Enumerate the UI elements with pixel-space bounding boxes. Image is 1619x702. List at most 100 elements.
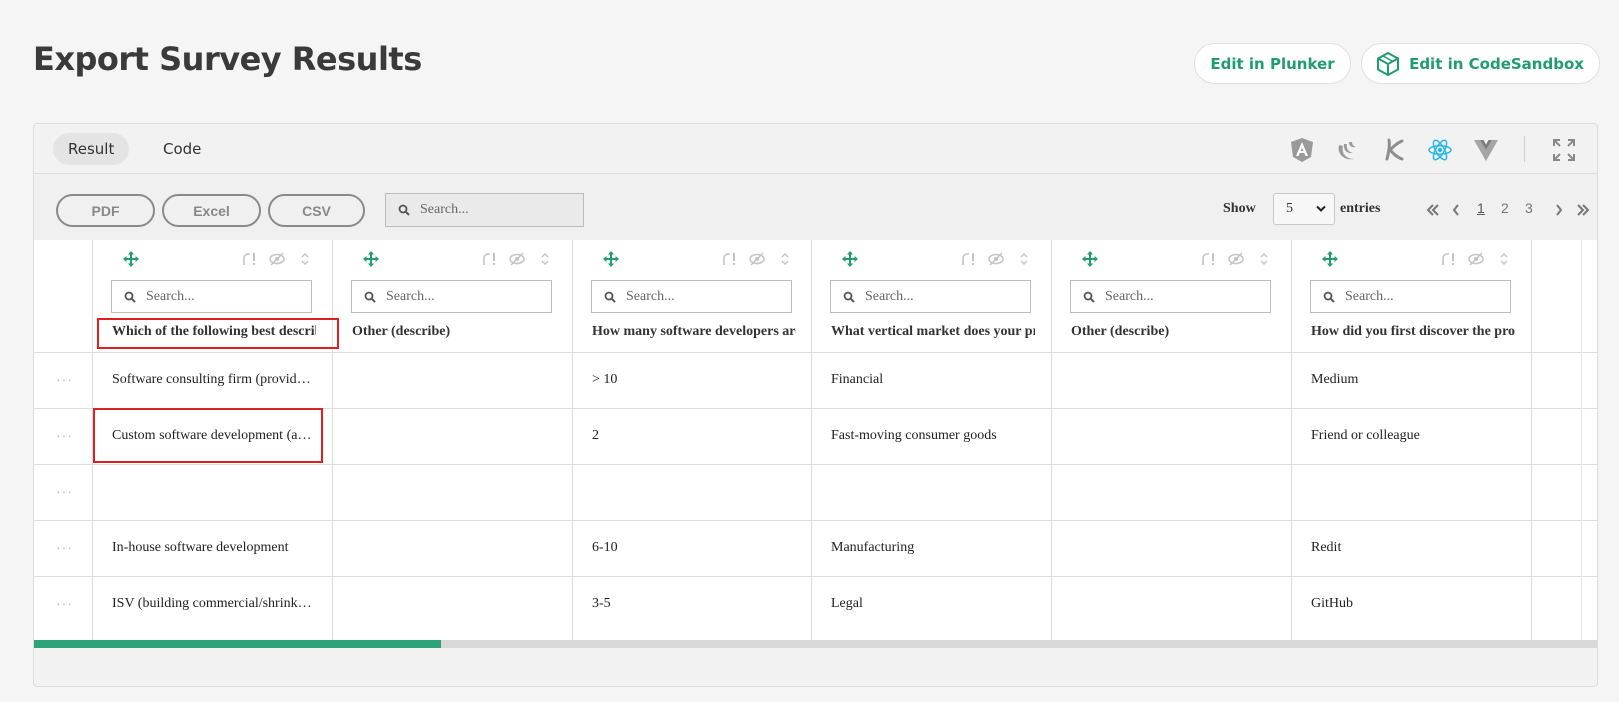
column-search-field[interactable] [1310,280,1511,313]
table-cell[interactable]: > 10 [592,372,802,388]
column-search-input[interactable] [1105,288,1270,305]
fullscreen-icon[interactable] [1551,137,1577,163]
hide-column-icon[interactable] [1228,252,1244,266]
row-divider [34,352,1597,353]
table-cell[interactable]: 3-5 [592,596,802,612]
column-search-field[interactable] [591,280,792,313]
table-cell[interactable]: Medium [1311,372,1521,388]
drag-column-icon[interactable] [1082,251,1098,267]
row-menu-icon[interactable]: ··· [56,371,73,387]
sort-alert-icon[interactable] [961,252,977,266]
next-page-icon[interactable] [1555,204,1563,216]
vue-icon[interactable] [1473,137,1499,163]
sort-toggle-icon[interactable] [1259,252,1269,266]
table-cell[interactable]: 2 [592,428,802,444]
sort-alert-icon[interactable] [1441,252,1457,266]
export-csv-button[interactable]: CSV [268,194,365,227]
column-search-field[interactable] [830,280,1031,313]
sort-alert-icon[interactable] [242,252,258,266]
page-1-link[interactable]: 1 [1477,200,1485,216]
page-2-link[interactable]: 2 [1501,200,1509,216]
chevron-down-icon [1316,205,1326,212]
sort-toggle-icon[interactable] [1019,252,1029,266]
tab-code[interactable]: Code [148,133,216,165]
last-page-icon[interactable] [1576,204,1590,216]
hide-column-icon[interactable] [1468,252,1484,266]
column-header-title[interactable]: How did you first discover the produ [1311,324,1515,340]
knockout-icon[interactable] [1381,137,1407,163]
table-cell[interactable]: 6-10 [592,540,802,556]
column-search-field[interactable] [1070,280,1271,313]
row-divider [34,464,1597,465]
sort-toggle-icon[interactable] [780,252,790,266]
sort-toggle-icon[interactable] [540,252,550,266]
row-menu-icon[interactable]: ··· [56,483,73,499]
column-header-title[interactable]: Other (describe) [352,324,556,340]
table-cell[interactable]: Financial [831,372,1041,388]
drag-column-icon[interactable] [603,251,619,267]
search-icon [1083,291,1095,303]
drag-column-icon[interactable] [842,251,858,267]
global-search-field[interactable] [385,193,584,227]
drag-column-icon[interactable] [363,251,379,267]
column-header-title[interactable]: Other (describe) [1071,324,1275,340]
table-cell[interactable]: Manufacturing [831,540,1041,556]
column-search-field[interactable] [351,280,552,313]
entries-select[interactable]: 5 [1273,193,1335,225]
angular-icon[interactable] [1289,137,1315,163]
row-menu-icon[interactable]: ··· [56,539,73,555]
export-pdf-button[interactable]: PDF [56,194,155,227]
table-cell[interactable]: Custom software development (as … [112,428,312,444]
sort-alert-icon[interactable] [482,252,498,266]
hide-column-icon[interactable] [988,252,1004,266]
column-divider [332,240,333,640]
horizontal-scrollbar-thumb[interactable] [34,640,441,648]
row-menu-icon[interactable]: ··· [56,595,73,611]
table-cell[interactable]: Legal [831,596,1041,612]
jquery-icon[interactable] [1335,137,1361,163]
edit-in-plunker-button[interactable]: Edit in Plunker [1194,43,1351,84]
row-menu-icon[interactable]: ··· [56,427,73,443]
export-excel-button[interactable]: Excel [162,194,261,227]
demo-panel: Result Code PDF Excel CSV Search... Show… [33,123,1598,687]
sort-alert-icon[interactable] [1201,252,1217,266]
column-search-field[interactable] [111,280,312,313]
table-cell[interactable]: ISV (building commercial/shrink … [112,596,312,612]
edit-in-codesandbox-button[interactable]: Edit in CodeSandbox [1361,43,1600,84]
column-search-input[interactable] [1345,288,1510,305]
hide-column-icon[interactable] [749,252,765,266]
table-cell[interactable]: GitHub [1311,596,1521,612]
table-cell[interactable]: Fast-moving consumer goods [831,428,1041,444]
column-search-input[interactable] [626,288,791,305]
react-icon[interactable] [1427,137,1453,163]
column-search-input[interactable] [865,288,1030,305]
first-page-icon[interactable] [1426,204,1440,216]
table-cell[interactable]: Software consulting firm (provide … [112,372,312,388]
horizontal-scrollbar[interactable] [34,640,1597,648]
table-cell[interactable]: In-house software development [112,540,312,556]
search-icon [398,204,410,216]
hide-column-icon[interactable] [269,252,285,266]
column-header-title[interactable]: What vertical market does your pro [831,324,1035,340]
sort-toggle-icon[interactable] [300,252,310,266]
column-search-input[interactable] [386,288,551,305]
page-3-link[interactable]: 3 [1525,200,1533,216]
table-cell[interactable]: Friend or colleague [1311,428,1521,444]
page-title: Export Survey Results [33,40,422,78]
column-header-title[interactable]: How many software developers are [592,324,796,340]
table-cell[interactable]: Redit [1311,540,1521,556]
column-search-input[interactable] [146,288,311,305]
drag-column-icon[interactable] [123,251,139,267]
entries-select-value: 5 [1286,201,1293,216]
sort-alert-icon[interactable] [722,252,738,266]
column-divider [811,240,812,640]
hide-column-icon[interactable] [509,252,525,266]
prev-page-icon[interactable] [1452,204,1460,216]
tab-result[interactable]: Result [53,133,130,165]
column-divider [92,240,93,640]
global-search-input[interactable] [420,202,583,218]
drag-column-icon[interactable] [1322,251,1338,267]
sort-toggle-icon[interactable] [1499,252,1509,266]
table-toolbar: PDF Excel CSV Show 5 entries 1 2 3 [34,174,1597,247]
column-header-title[interactable]: Which of the following best describes [112,324,316,340]
